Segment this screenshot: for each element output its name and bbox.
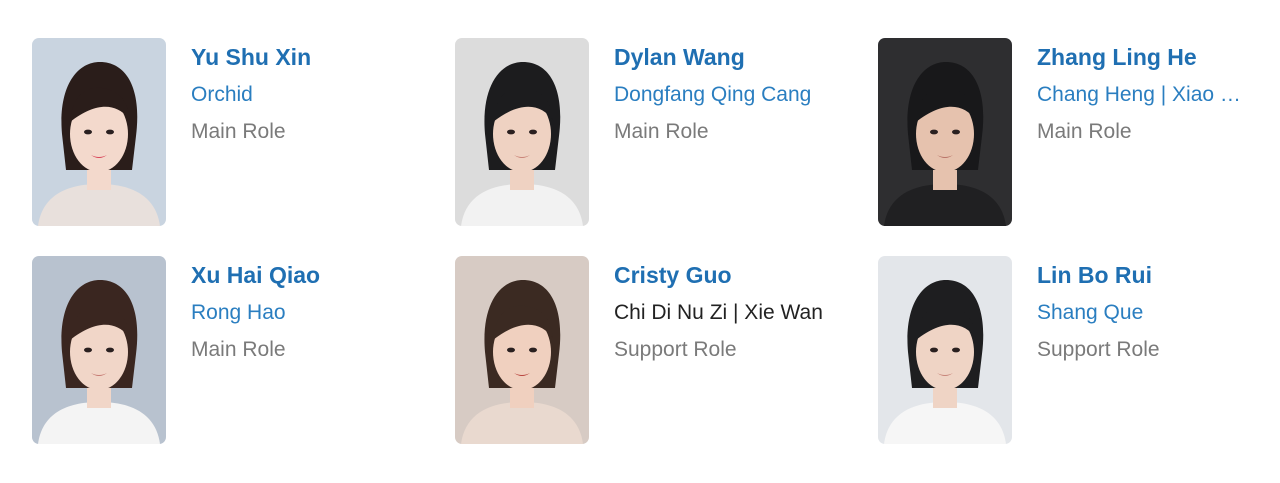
cast-card: Cristy Guo Chi Di Nu Zi | Xie Wan Suppor… bbox=[455, 256, 845, 444]
character-name-link[interactable]: Shang Que bbox=[1037, 300, 1267, 325]
actor-photo[interactable] bbox=[455, 256, 589, 444]
role-label: Main Role bbox=[191, 338, 286, 361]
cast-info: Yu Shu Xin Orchid Main Role bbox=[191, 44, 421, 144]
cast-info: Cristy Guo Chi Di Nu Zi | Xie Wan Suppor… bbox=[614, 262, 844, 362]
actor-name-link[interactable]: Dylan Wang bbox=[614, 44, 844, 71]
actor-name-link[interactable]: Cristy Guo bbox=[614, 262, 844, 289]
cast-info: Xu Hai Qiao Rong Hao Main Role bbox=[191, 262, 421, 362]
portrait-eye bbox=[507, 129, 515, 135]
portrait-eye bbox=[106, 347, 114, 353]
cast-card: Yu Shu Xin Orchid Main Role bbox=[32, 38, 422, 226]
role-label: Main Role bbox=[614, 120, 709, 143]
portrait-image bbox=[878, 256, 1012, 444]
cast-info: Lin Bo Rui Shang Que Support Role bbox=[1037, 262, 1267, 362]
actor-name-link[interactable]: Xu Hai Qiao bbox=[191, 262, 421, 289]
actor-photo[interactable] bbox=[455, 38, 589, 226]
portrait-eye bbox=[952, 347, 960, 353]
character-name-link[interactable]: Rong Hao bbox=[191, 300, 421, 325]
portrait-eye bbox=[529, 347, 537, 353]
role-label: Support Role bbox=[1037, 338, 1160, 361]
actor-name-link[interactable]: Lin Bo Rui bbox=[1037, 262, 1267, 289]
portrait-eye bbox=[507, 347, 515, 353]
character-name-link[interactable]: Dongfang Qing Cang bbox=[614, 82, 844, 107]
portrait-eye bbox=[930, 347, 938, 353]
portrait-eye bbox=[106, 129, 114, 135]
role-label: Support Role bbox=[614, 338, 737, 361]
character-name-link[interactable]: Orchid bbox=[191, 82, 421, 107]
character-name-link[interactable]: Chang Heng | Xiao Ran bbox=[1037, 82, 1253, 107]
role-label: Main Role bbox=[1037, 120, 1132, 143]
portrait-image bbox=[32, 256, 166, 444]
portrait-eye bbox=[84, 347, 92, 353]
actor-photo[interactable] bbox=[32, 256, 166, 444]
portrait-eye bbox=[952, 129, 960, 135]
portrait-image bbox=[32, 38, 166, 226]
actor-name-link[interactable]: Yu Shu Xin bbox=[191, 44, 421, 71]
actor-photo[interactable] bbox=[878, 38, 1012, 226]
character-name: Chi Di Nu Zi | Xie Wan bbox=[614, 301, 823, 324]
cast-card: Xu Hai Qiao Rong Hao Main Role bbox=[32, 256, 422, 444]
portrait-image bbox=[878, 38, 1012, 226]
portrait-image bbox=[455, 256, 589, 444]
portrait-eye bbox=[529, 129, 537, 135]
actor-name-link[interactable]: Zhang Ling He bbox=[1037, 44, 1267, 71]
portrait-image bbox=[455, 38, 589, 226]
role-label: Main Role bbox=[191, 120, 286, 143]
portrait-eye bbox=[930, 129, 938, 135]
actor-photo[interactable] bbox=[32, 38, 166, 226]
cast-info: Zhang Ling He Chang Heng | Xiao Ran Main… bbox=[1037, 44, 1267, 144]
portrait-eye bbox=[84, 129, 92, 135]
cast-card: Lin Bo Rui Shang Que Support Role bbox=[878, 256, 1268, 444]
cast-card: Zhang Ling He Chang Heng | Xiao Ran Main… bbox=[878, 38, 1268, 226]
cast-info: Dylan Wang Dongfang Qing Cang Main Role bbox=[614, 44, 844, 144]
cast-card: Dylan Wang Dongfang Qing Cang Main Role bbox=[455, 38, 845, 226]
actor-photo[interactable] bbox=[878, 256, 1012, 444]
